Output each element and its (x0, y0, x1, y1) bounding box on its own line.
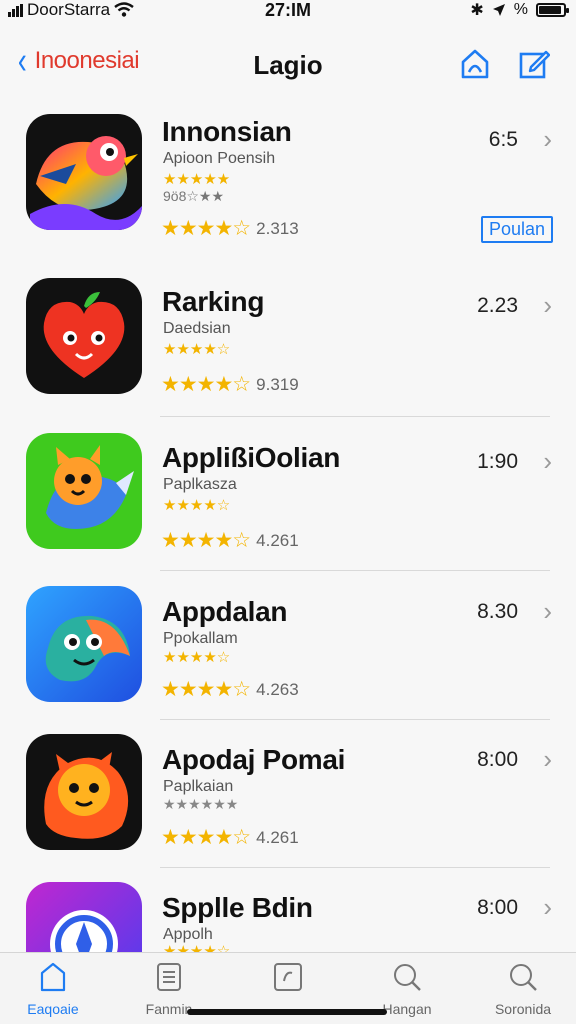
app-extra-text: 9ö8☆★★ (163, 188, 225, 204)
app-rating: ★★★★☆ 2.313 (161, 216, 299, 241)
tab-soronida[interactable]: Soronida (468, 961, 576, 1017)
rating-stars: ★★★★☆ (161, 529, 251, 552)
tab-center[interactable] (233, 961, 343, 1001)
battery-percent-label: % (513, 1, 528, 18)
heart-icon (26, 278, 142, 394)
cat-icon (26, 734, 142, 850)
list-item[interactable]: Innonsian Apioon Poensih ★★★★★ 9ö8☆★★ ★★… (0, 104, 576, 264)
app-time: 2.23 (477, 294, 518, 317)
status-bar: DoorStarra 27:IM ✱ % (0, 0, 576, 22)
app-time: 8:00 (477, 896, 518, 919)
fish-icon (26, 586, 142, 702)
app-rating: ★★★★☆ 9.319 (161, 372, 299, 397)
store-button[interactable] (459, 48, 491, 80)
app-subtitle: Daedsian (163, 320, 231, 337)
app-subtitle: Paplkaian (163, 778, 234, 795)
small-rating-stars: ★★★★☆ (163, 341, 231, 358)
rating-count: 4.261 (256, 827, 299, 847)
rating-count: 4.261 (256, 530, 299, 550)
battery-fill (539, 6, 561, 14)
app-extra-text: ★★★★★★ (163, 796, 239, 812)
list-item[interactable]: Spplle Bdin Appolh ★★★★☆ 8:00 › (0, 880, 576, 952)
app-name: Apodaj Pomai (162, 744, 346, 775)
chevron-right-icon: › (543, 124, 552, 154)
divider (160, 416, 550, 417)
rating-stars: ★★★★☆ (161, 217, 251, 240)
status-right: ✱ % (470, 0, 569, 20)
rating-count: 2.313 (256, 218, 299, 238)
tab-home[interactable]: Eaqoaie (0, 961, 108, 1017)
rating-count: 9.319 (256, 374, 299, 394)
fox-icon (26, 433, 142, 549)
list-item[interactable]: Appdalan Ppokallam ★★★★☆ ★★★★☆ 4.263 8.3… (0, 584, 576, 724)
small-rating-stars: ★★★★★ (163, 171, 231, 188)
small-rating-stars: ★★★★☆ (163, 497, 231, 514)
compass-icon (26, 882, 142, 952)
battery-icon (536, 3, 569, 17)
home-indicator (187, 1009, 387, 1015)
navigation-bar: ‹ Inoonesiai Lagio (0, 40, 576, 90)
app-name: Spplle Bdin (162, 892, 313, 923)
compose-button[interactable] (518, 48, 551, 80)
rating-stars: ★★★★☆ (161, 826, 251, 849)
box-icon (274, 963, 302, 991)
app-subtitle: Ppokallam (163, 630, 238, 647)
app-subtitle: Apioon Poensih (163, 150, 276, 167)
chevron-right-icon: › (543, 892, 552, 922)
small-rating-stars: ★★★★☆ (163, 943, 231, 952)
bluetooth-icon: ✱ (470, 2, 484, 19)
app-time: 8:00 (477, 748, 518, 771)
app-time: 1:90 (477, 450, 518, 473)
chevron-right-icon: › (543, 290, 552, 320)
chevron-right-icon: › (543, 596, 552, 626)
status-badge[interactable]: Poulan (480, 216, 553, 243)
app-name: Appdalan (162, 596, 288, 627)
chevron-right-icon: › (543, 744, 552, 774)
small-rating-stars: ★★★★☆ (163, 649, 231, 666)
tab-label: Eaqoaie (27, 1001, 79, 1017)
app-rating: ★★★★☆ 4.261 (161, 528, 299, 553)
bird-icon (26, 114, 142, 230)
app-rating: ★★★★☆ 4.261 (161, 825, 299, 850)
divider (160, 719, 550, 720)
divider (160, 570, 550, 571)
list-item[interactable]: Apodaj Pomai Paplkaian ★★★★★★ ★★★★☆ 4.26… (0, 732, 576, 872)
rating-count: 4.263 (256, 679, 299, 699)
app-subtitle: Paplkasza (163, 476, 237, 493)
app-time: 8.30 (477, 600, 518, 623)
document-icon (157, 963, 181, 991)
search-icon (394, 964, 421, 991)
rating-stars: ★★★★☆ (161, 678, 251, 701)
store-icon (461, 49, 489, 79)
compose-icon (519, 50, 551, 79)
home-icon (40, 962, 66, 992)
divider (160, 867, 550, 868)
list-item[interactable]: Rarking Daedsian ★★★★☆ ★★★★☆ 9.319 2.23 … (0, 274, 576, 414)
location-icon (492, 4, 505, 16)
app-name: Innonsian (162, 116, 292, 147)
app-name: Rarking (162, 286, 265, 317)
app-time: 6:5 (488, 128, 518, 151)
search-icon (510, 964, 537, 991)
list-item[interactable]: ApplißiOolian Paplkasza ★★★★☆ ★★★★☆ 4.26… (0, 430, 576, 570)
app-rating: ★★★★☆ 4.263 (161, 677, 299, 702)
tab-label: Soronida (494, 1001, 552, 1017)
app-name: ApplißiOolian (162, 442, 341, 473)
rating-stars: ★★★★☆ (161, 373, 251, 396)
chevron-right-icon: › (543, 446, 552, 476)
